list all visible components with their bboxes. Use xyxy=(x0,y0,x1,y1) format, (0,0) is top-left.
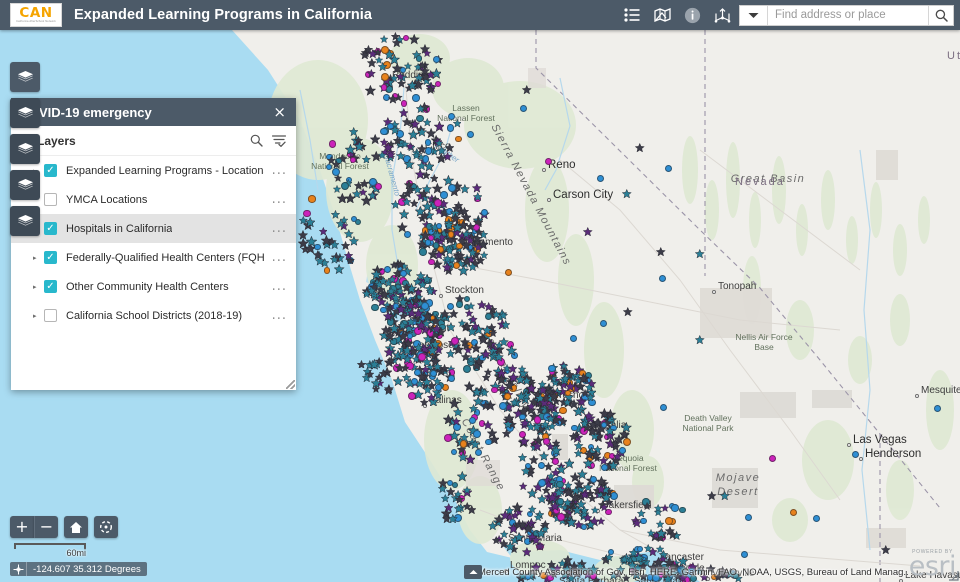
crosshair-icon xyxy=(10,562,27,576)
layer-widget-rail xyxy=(10,62,40,242)
check-icon: ✓ xyxy=(46,164,55,176)
check-icon: ✓ xyxy=(46,251,55,263)
search-input[interactable] xyxy=(768,5,928,25)
layer-row[interactable]: ✓ Hospitals in California... xyxy=(11,214,296,243)
city-marker xyxy=(439,294,443,298)
search-layers-icon[interactable] xyxy=(250,134,263,147)
header-toolbar xyxy=(617,0,960,30)
layer-visibility-checkbox[interactable] xyxy=(44,309,57,322)
layer-visibility-checkbox[interactable]: ✓ xyxy=(44,222,57,235)
layer-options-icon[interactable]: ... xyxy=(264,193,287,206)
zoom-out-button[interactable]: − xyxy=(34,516,58,538)
layer-label: Other Community Health Centers xyxy=(66,280,229,293)
search-bar xyxy=(739,4,954,26)
city-marker xyxy=(453,246,457,250)
layer-options-icon[interactable]: ... xyxy=(264,222,287,235)
check-icon: ✓ xyxy=(46,222,55,234)
city-marker xyxy=(547,198,551,202)
layers-panel-title: VID-19 emergency xyxy=(39,104,152,120)
layer-row[interactable]: ▸ ✓ Federally-Qualified Health Centers (FQ… xyxy=(11,243,296,272)
layers-section-title: Layers xyxy=(37,133,76,148)
layer-widget-4[interactable] xyxy=(10,170,40,200)
layer-label: Hospitals in California xyxy=(66,222,173,235)
expand-arrow-icon[interactable]: ▸ xyxy=(33,254,44,262)
layer-widget-3[interactable] xyxy=(10,134,40,164)
layer-widget-2[interactable] xyxy=(10,98,40,128)
map-viewport[interactable]: Redding Chico Reno Carson City Sacramento Sto… xyxy=(0,30,960,582)
layer-options-icon[interactable]: ... xyxy=(264,164,287,177)
layer-row[interactable]: ▸ ✓ Other Community Health Centers... xyxy=(11,272,296,301)
layer-row[interactable]: ▸ California School Districts (2018-19)..… xyxy=(11,301,296,330)
layer-label: Federally-Qualified Health Centers (FQHC… xyxy=(66,251,264,264)
expand-arrow-icon[interactable]: ▸ xyxy=(33,283,44,291)
zoom-in-button[interactable]: + xyxy=(10,516,34,538)
logo-subtext: California AfterSchool Network xyxy=(16,19,56,23)
layer-options-icon[interactable]: ... xyxy=(264,309,287,322)
close-icon[interactable]: × xyxy=(271,105,288,120)
coordinates-widget[interactable]: -124.607 35.312 Degrees xyxy=(10,562,147,576)
attribution-toggle[interactable] xyxy=(464,565,482,579)
city-marker xyxy=(915,394,919,398)
can-logo: CAN California AfterSchool Network xyxy=(10,3,62,27)
city-marker xyxy=(596,509,600,513)
layer-options-icon[interactable]: ... xyxy=(264,280,287,293)
city-marker xyxy=(591,429,595,433)
city-marker xyxy=(419,150,423,154)
share-icon[interactable] xyxy=(707,0,737,30)
locate-button[interactable] xyxy=(94,516,118,538)
page-title: Expanded Learning Programs in California xyxy=(74,7,373,23)
app-header: CAN California AfterSchool Network Expan… xyxy=(0,0,960,30)
logo-text: CAN xyxy=(19,4,53,21)
search-submit-icon[interactable] xyxy=(928,5,953,25)
coordinates-value: -124.607 35.312 Degrees xyxy=(33,563,141,575)
attribution-text: Merced County Association of Gov, Esri, … xyxy=(478,567,908,578)
city-marker xyxy=(423,404,427,408)
layers-panel: VID-19 emergency × Layers ✓ Expanded Lea… xyxy=(11,98,296,390)
layer-label: YMCA Locations xyxy=(66,193,148,206)
filter-layers-icon[interactable] xyxy=(272,134,286,147)
layer-widget-1[interactable] xyxy=(10,62,40,92)
window-resize-corner[interactable] xyxy=(948,570,959,581)
city-marker xyxy=(542,168,546,172)
layers-section-header: Layers xyxy=(11,126,296,156)
layer-widget-5[interactable] xyxy=(10,206,40,236)
layer-label: California School Districts (2018-19) xyxy=(66,309,243,322)
city-marker xyxy=(712,290,716,294)
panel-resize-handle[interactable] xyxy=(286,380,295,389)
layers-section-tools xyxy=(250,134,286,147)
web-map-application: CAN California AfterSchool Network Expan… xyxy=(0,0,960,582)
layer-row[interactable]: YMCA Locations... xyxy=(11,185,296,214)
city-marker xyxy=(406,332,410,336)
layer-visibility-checkbox[interactable] xyxy=(44,193,57,206)
layer-visibility-checkbox[interactable]: ✓ xyxy=(44,164,57,177)
scale-bar: 60mi xyxy=(14,543,86,558)
layer-row[interactable]: ▸✓Expanded Learning Programs - Locations… xyxy=(11,156,296,185)
home-button[interactable] xyxy=(64,516,88,538)
city-marker xyxy=(386,79,390,83)
layers-panel-titlebar: VID-19 emergency × xyxy=(11,98,296,126)
city-marker xyxy=(859,457,863,461)
map-navigation-controls: + − xyxy=(10,516,118,538)
check-icon: ✓ xyxy=(46,280,55,292)
layer-visibility-checkbox[interactable]: ✓ xyxy=(44,251,57,264)
city-marker xyxy=(547,399,551,403)
scale-bar-label: 60mi xyxy=(66,548,86,558)
layer-list: ▸✓Expanded Learning Programs - Locations… xyxy=(11,156,296,390)
city-marker xyxy=(847,443,851,447)
search-source-dropdown[interactable] xyxy=(740,5,768,25)
layer-options-icon[interactable]: ... xyxy=(264,251,287,264)
legend-icon[interactable] xyxy=(617,0,647,30)
layer-label: Expanded Learning Programs - Locations xyxy=(66,164,264,177)
basemap-icon[interactable] xyxy=(647,0,677,30)
layer-visibility-checkbox[interactable]: ✓ xyxy=(44,280,57,293)
city-marker xyxy=(502,542,506,546)
city-marker xyxy=(406,349,410,353)
info-icon[interactable] xyxy=(677,0,707,30)
expand-arrow-icon[interactable]: ▸ xyxy=(33,312,44,320)
